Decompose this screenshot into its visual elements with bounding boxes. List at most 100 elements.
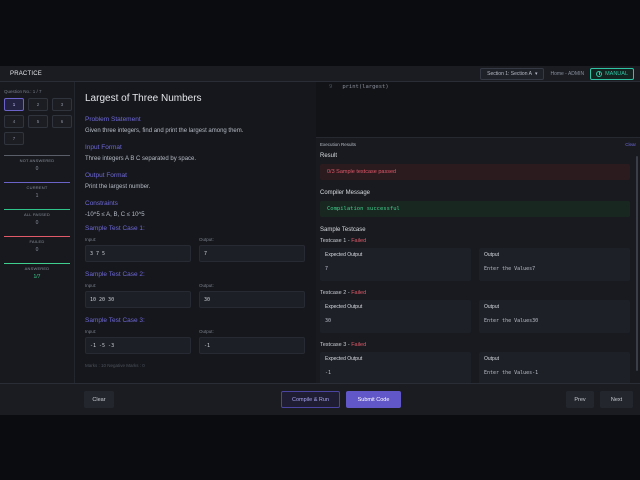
code-text: print(largest): [342, 84, 389, 90]
constraints-heading: Constraints: [85, 200, 118, 207]
chevron-down-icon: ▾: [534, 70, 538, 77]
input-format-heading: Input Format: [85, 144, 122, 151]
testcase-heading: Testcase 1 - Failed: [320, 238, 630, 244]
sample-output: 30: [199, 291, 305, 308]
expected-output-label: Expected Output: [325, 356, 363, 362]
home-link[interactable]: Home - ADMIN: [550, 71, 584, 77]
question-button[interactable]: 2: [28, 98, 48, 111]
section-select-label: Section 1: Section A: [487, 70, 532, 77]
clock-icon: [596, 70, 603, 77]
testcase-name: Testcase 2 -: [320, 290, 352, 296]
sample-test-row: Input: 3 7 5 Output: 7: [85, 237, 309, 262]
statement-text: Given three integers, find and print the…: [85, 128, 244, 134]
results-scrollbar[interactable]: [636, 156, 638, 371]
question-button[interactable]: 5: [28, 115, 48, 128]
stat-answered: ANSWERED 1/7: [4, 263, 70, 285]
manual-button[interactable]: MANUAL: [590, 67, 634, 80]
question-button[interactable]: 1: [4, 98, 24, 111]
output-format-text: Print the largest number.: [85, 184, 151, 190]
testcase-status: Failed: [351, 342, 367, 348]
expected-output-label: Expected Output: [325, 304, 363, 310]
expected-output-box: Expected Output 7: [320, 248, 471, 281]
expected-output-box: Expected Output 30: [320, 300, 471, 333]
stat-value: 0: [35, 220, 39, 226]
input-label: Input:: [85, 237, 97, 242]
problem-title: Largest of Three Numbers: [85, 93, 202, 104]
sample-test-title: Sample Test Case 1:: [85, 225, 145, 232]
bottom-bar: Clear Compile & Run Submit Code Prev Nex…: [0, 383, 640, 415]
submit-code-button[interactable]: Submit Code: [346, 391, 401, 408]
code-line: 9 print(largest): [316, 82, 640, 90]
output-value: Enter the Values30: [484, 318, 539, 324]
statement-heading: Problem Statement: [85, 116, 141, 123]
app-window: PRACTICE Section 1: Section A ▾ Home - AD…: [0, 66, 640, 415]
question-button[interactable]: 6: [52, 115, 72, 128]
results-header: Execution Results: [320, 142, 357, 147]
stat-title: FAILED: [29, 239, 45, 244]
stat-value: 0: [35, 247, 39, 253]
marks-label: Marks : 10 Negative Marks : 0: [85, 363, 145, 368]
output-value: Enter the Values7: [484, 266, 536, 272]
question-grid: 1 2 3 4 5 6 7: [0, 94, 74, 145]
expected-output-box: Expected Output -1: [320, 352, 471, 383]
testcase-status: Failed: [351, 238, 367, 244]
result-heading: Result: [320, 153, 338, 159]
manual-label: MANUAL: [605, 70, 628, 77]
testcase-heading: Testcase 2 - Failed: [320, 290, 630, 296]
expected-output-label: Expected Output: [325, 252, 363, 258]
sample-test-row: Input: -1 -5 -3 Output: -1: [85, 329, 309, 354]
question-button[interactable]: 7: [4, 132, 24, 145]
clear-button[interactable]: Clear: [84, 391, 114, 408]
stat-title: ANSWERED: [24, 266, 50, 271]
prev-button[interactable]: Prev: [566, 391, 594, 408]
sample-test-row: Input: 10 20 30 Output: 30: [85, 283, 309, 308]
stat-failed: FAILED 0: [4, 236, 70, 258]
question-number-label: Question No.: 1 / 7: [4, 89, 42, 94]
expected-output-value: 7: [325, 266, 329, 272]
input-format-text: Three integers A B C separated by space.: [85, 156, 197, 162]
input-label: Input:: [85, 283, 97, 288]
sample-output: 7: [199, 245, 305, 262]
output-label: Output: [484, 356, 500, 362]
output-label: Output:: [199, 237, 214, 242]
stat-all-passed: ALL PASSED 0: [4, 209, 70, 231]
stat-title: ALL PASSED: [23, 212, 50, 217]
expected-output-value: 30: [325, 318, 332, 324]
testcase-status: Failed: [351, 290, 367, 296]
compiler-heading: Compiler Message: [320, 190, 371, 196]
results-clear-link[interactable]: Clear: [625, 142, 636, 147]
testcase-name: Testcase 1 -: [320, 238, 352, 244]
sample-output: -1: [199, 337, 305, 354]
brand-label: PRACTICE: [10, 70, 42, 77]
expected-output-value: -1: [325, 370, 332, 376]
section-select[interactable]: Section 1: Section A ▾: [480, 67, 545, 80]
top-bar: PRACTICE Section 1: Section A ▾ Home - AD…: [0, 66, 640, 82]
question-button[interactable]: 3: [52, 98, 72, 111]
question-button[interactable]: 4: [4, 115, 24, 128]
sample-test-title: Sample Test Case 3:: [85, 317, 145, 324]
testcase-heading: Testcase 3 - Failed: [320, 342, 630, 348]
output-label: Output: [484, 252, 500, 258]
stat-not-answered: NOT ANSWERED 0: [4, 155, 70, 177]
input-label: Input:: [85, 329, 97, 334]
output-label: Output: [484, 304, 500, 310]
execution-results-panel: Execution Results Clear Result 0/3 Sampl…: [316, 137, 640, 383]
next-button[interactable]: Next: [600, 391, 633, 408]
output-label: Output:: [199, 329, 214, 334]
constraints-text: -10^5 ≤ A, B, C ≤ 10^5: [85, 212, 145, 218]
result-status: 0/3 Sample testcase passed: [320, 164, 630, 180]
stat-value: 1: [35, 193, 39, 199]
stat-current: CURRENT 1: [4, 182, 70, 204]
problem-panel: Largest of Three Numbers Problem Stateme…: [80, 82, 314, 387]
stat-title: CURRENT: [26, 185, 48, 190]
output-box: Output Enter the Values7: [479, 248, 630, 281]
question-sidebar: Question No.: 1 / 7 1 2 3 4 5 6 7 NOT AN…: [0, 82, 75, 383]
output-value: Enter the Values-1: [484, 370, 539, 376]
stat-value: 1/7: [33, 274, 41, 280]
sample-input: 10 20 30: [85, 291, 191, 308]
compile-run-button[interactable]: Compile & Run: [281, 391, 340, 408]
sample-testcase-heading: Sample Testcase: [320, 227, 366, 233]
code-editor[interactable]: 9 print(largest): [316, 82, 640, 137]
output-format-heading: Output Format: [85, 172, 127, 179]
output-box: Output Enter the Values-1: [479, 352, 630, 383]
